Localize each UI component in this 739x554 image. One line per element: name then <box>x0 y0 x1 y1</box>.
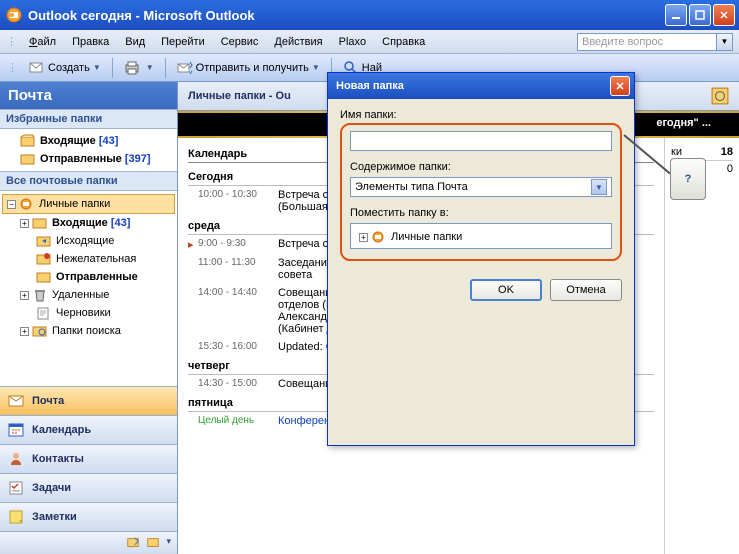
print-icon <box>124 60 140 76</box>
tree-drafts[interactable]: Черновики <box>2 304 175 322</box>
drafts-icon <box>36 306 52 320</box>
mail-icon <box>8 393 24 409</box>
menu-file[interactable]: Файл <box>21 34 64 50</box>
dialog-titlebar: Новая папка <box>328 73 634 99</box>
expand-icon[interactable]: + <box>20 291 29 300</box>
outlook-icon <box>6 7 22 23</box>
print-button[interactable]: ▼ <box>117 57 161 79</box>
outbox-icon <box>36 234 52 248</box>
favorites-section-header[interactable]: Избранные папки <box>0 109 177 129</box>
tree-root-personal[interactable]: − Личные папки <box>2 194 175 214</box>
tree-outbox[interactable]: Исходящие <box>2 232 175 250</box>
fav-sent[interactable]: Отправленные [397] <box>2 150 175 168</box>
tree-sent[interactable]: Отправленные <box>2 268 175 286</box>
window-titlebar: Outlook сегодня - Microsoft Outlook <box>0 0 739 30</box>
fav-inbox[interactable]: Входящие [43] <box>2 132 175 150</box>
folder-name-label: Имя папки: <box>340 109 622 121</box>
expand-icon[interactable]: + <box>359 233 368 242</box>
ok-button[interactable]: OK <box>470 279 542 301</box>
dialog-buttons: OK Отмена <box>328 271 634 309</box>
folder-icon <box>36 270 52 284</box>
folder-name-input[interactable] <box>350 131 612 151</box>
navbtn-calendar[interactable]: Календарь <box>0 415 177 444</box>
folder-location-tree[interactable]: + Личные папки <box>350 223 612 249</box>
sent-icon <box>20 152 36 166</box>
configure-buttons-icon[interactable]: ▾ <box>166 536 171 550</box>
window-title: Outlook сегодня - Microsoft Outlook <box>28 8 663 23</box>
customize-icon[interactable] <box>711 87 729 105</box>
menu-plaxo[interactable]: Plaxo <box>331 34 375 50</box>
trash-icon <box>32 288 48 302</box>
maximize-button[interactable] <box>689 4 711 26</box>
menu-actions[interactable]: Действия <box>266 34 330 50</box>
summary-count: 18 <box>721 146 733 158</box>
tree-junk[interactable]: Нежелательная <box>2 250 175 268</box>
menu-bar: ⋮ Файл Правка Вид Перейти Сервис Действи… <box>0 30 739 54</box>
tree-search-folders[interactable]: + Папки поиска <box>2 322 175 340</box>
favorites-list: Входящие [43] Отправленные [397] <box>0 129 177 171</box>
navbtn-tasks[interactable]: Задачи <box>0 473 177 502</box>
new-folder-dialog: Новая папка Имя папки: Содержимое папки:… <box>327 72 635 446</box>
close-icon <box>615 81 625 91</box>
minimize-button[interactable] <box>665 4 687 26</box>
folder-list-icon[interactable] <box>146 536 160 550</box>
expand-icon[interactable]: + <box>20 219 29 228</box>
new-mail-icon <box>29 60 45 76</box>
nav-mini-buttons: ▾ <box>0 531 177 554</box>
close-window-button[interactable] <box>713 4 735 26</box>
expand-icon[interactable]: + <box>20 327 29 336</box>
personal-folders-icon <box>371 230 387 244</box>
summary-count: 0 <box>727 163 733 175</box>
send-receive-button[interactable]: Отправить и получить▼ <box>170 57 327 79</box>
menu-service[interactable]: Сервис <box>213 34 267 50</box>
calendar-icon <box>8 422 24 438</box>
tree-inbox[interactable]: + Входящие [43] <box>2 214 175 232</box>
summary-label: ки <box>671 146 682 158</box>
place-in-label: Поместить папку в: <box>350 207 612 219</box>
all-folders-section-header[interactable]: Все почтовые папки <box>0 171 177 191</box>
search-folder-icon <box>32 324 48 338</box>
menu-help[interactable]: Справка <box>374 34 433 50</box>
menu-edit[interactable]: Правка <box>64 34 117 50</box>
nav-header: Почта <box>0 82 177 109</box>
collapse-icon[interactable]: − <box>7 200 16 209</box>
navigation-pane: Почта Избранные папки Входящие [43] Отпр… <box>0 82 178 554</box>
shortcut-icon[interactable] <box>126 536 140 550</box>
menu-view[interactable]: Вид <box>117 34 153 50</box>
date-band-right: егодня" ... <box>650 114 717 132</box>
folder-tree: − Личные папки + Входящие [43] Исходящие… <box>0 191 177 386</box>
nav-buttons: Почта Календарь Контакты Задачи Заметки <box>0 386 177 554</box>
new-button[interactable]: Создать▼ <box>22 57 108 79</box>
folder-icon <box>32 216 48 230</box>
highlight-annotation: Содержимое папки: Элементы типа Почта ▼ … <box>340 123 622 261</box>
tree-root-item[interactable]: + Личные папки <box>355 228 607 246</box>
send-receive-icon <box>177 60 193 76</box>
tasks-icon <box>8 480 24 496</box>
tree-deleted[interactable]: + Удаленные <box>2 286 175 304</box>
menu-grip-icon: ⋮ <box>6 35 17 48</box>
navbtn-contacts[interactable]: Контакты <box>0 444 177 473</box>
menu-goto[interactable]: Перейти <box>153 34 213 50</box>
help-search-input[interactable]: Введите вопрос <box>577 33 717 51</box>
notes-icon <box>8 509 24 525</box>
navbtn-notes[interactable]: Заметки <box>0 502 177 531</box>
toolbar-grip-icon: ⋮ <box>7 61 18 74</box>
help-callout-button[interactable]: ? <box>670 158 706 200</box>
contacts-icon <box>8 451 24 467</box>
cancel-button[interactable]: Отмена <box>550 279 622 301</box>
dialog-close-button[interactable] <box>610 76 630 96</box>
outlook-today-icon <box>19 197 35 211</box>
junk-icon <box>36 252 52 266</box>
navbtn-mail[interactable]: Почта <box>0 386 177 415</box>
inbox-icon <box>20 134 36 148</box>
help-search-dropdown[interactable]: ▼ <box>717 33 733 51</box>
dropdown-arrow-icon: ▼ <box>591 179 607 195</box>
dialog-body: Имя папки: Содержимое папки: Элементы ти… <box>328 99 634 271</box>
folder-contents-label: Содержимое папки: <box>350 161 612 173</box>
summary-column: ки 18 0 <box>665 138 739 554</box>
folder-contents-select[interactable]: Элементы типа Почта ▼ <box>350 177 612 197</box>
